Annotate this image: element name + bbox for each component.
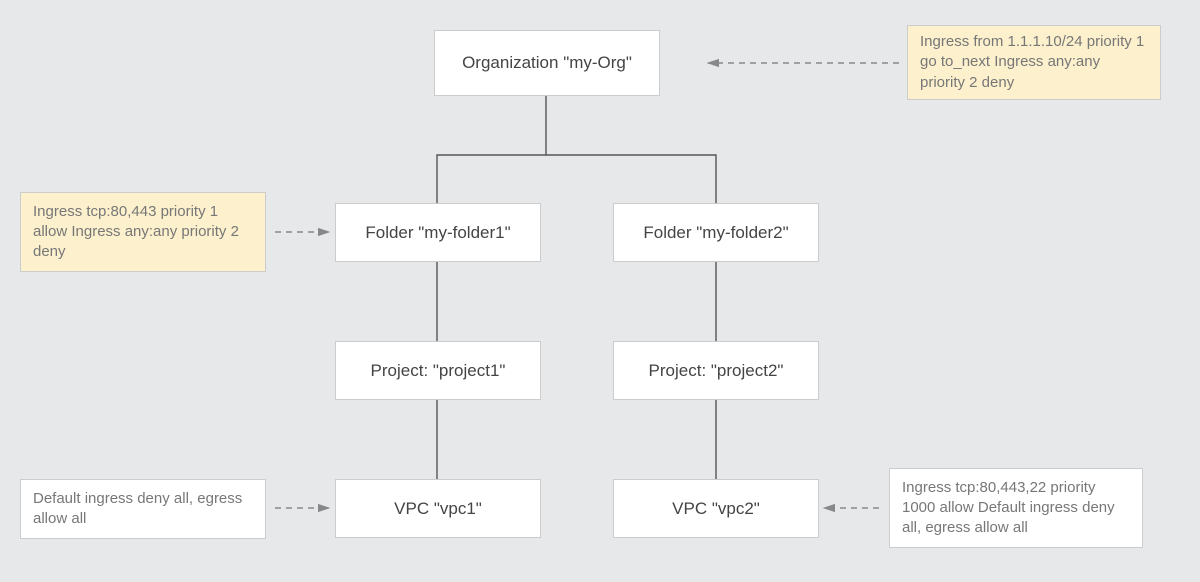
folder1-node: Folder "my-folder1"	[335, 203, 541, 262]
project1-label: Project: "project1"	[371, 361, 506, 381]
project2-label: Project: "project2"	[649, 361, 784, 381]
org-node: Organization "my-Org"	[434, 30, 660, 96]
org-label: Organization "my-Org"	[462, 53, 632, 73]
callout-vpc1: Default ingress deny all, egress allow a…	[20, 479, 266, 539]
callout-folder1-text: Ingress tcp:80,443 priority 1 allow Ingr…	[33, 202, 253, 263]
folder2-label: Folder "my-folder2"	[643, 223, 788, 243]
callout-org: Ingress from 1.1.1.10/24 priority 1 go t…	[907, 25, 1161, 100]
callout-vpc2: Ingress tcp:80,443,22 priority 1000 allo…	[889, 468, 1143, 548]
callout-folder1: Ingress tcp:80,443 priority 1 allow Ingr…	[20, 192, 266, 272]
callout-org-text: Ingress from 1.1.1.10/24 priority 1 go t…	[920, 32, 1148, 93]
vpc1-node: VPC "vpc1"	[335, 479, 541, 538]
callout-vpc1-text: Default ingress deny all, egress allow a…	[33, 489, 253, 530]
project1-node: Project: "project1"	[335, 341, 541, 400]
vpc2-label: VPC "vpc2"	[672, 499, 760, 519]
folder2-node: Folder "my-folder2"	[613, 203, 819, 262]
project2-node: Project: "project2"	[613, 341, 819, 400]
vpc2-node: VPC "vpc2"	[613, 479, 819, 538]
folder1-label: Folder "my-folder1"	[365, 223, 510, 243]
callout-vpc2-text: Ingress tcp:80,443,22 priority 1000 allo…	[902, 478, 1130, 539]
vpc1-label: VPC "vpc1"	[394, 499, 482, 519]
